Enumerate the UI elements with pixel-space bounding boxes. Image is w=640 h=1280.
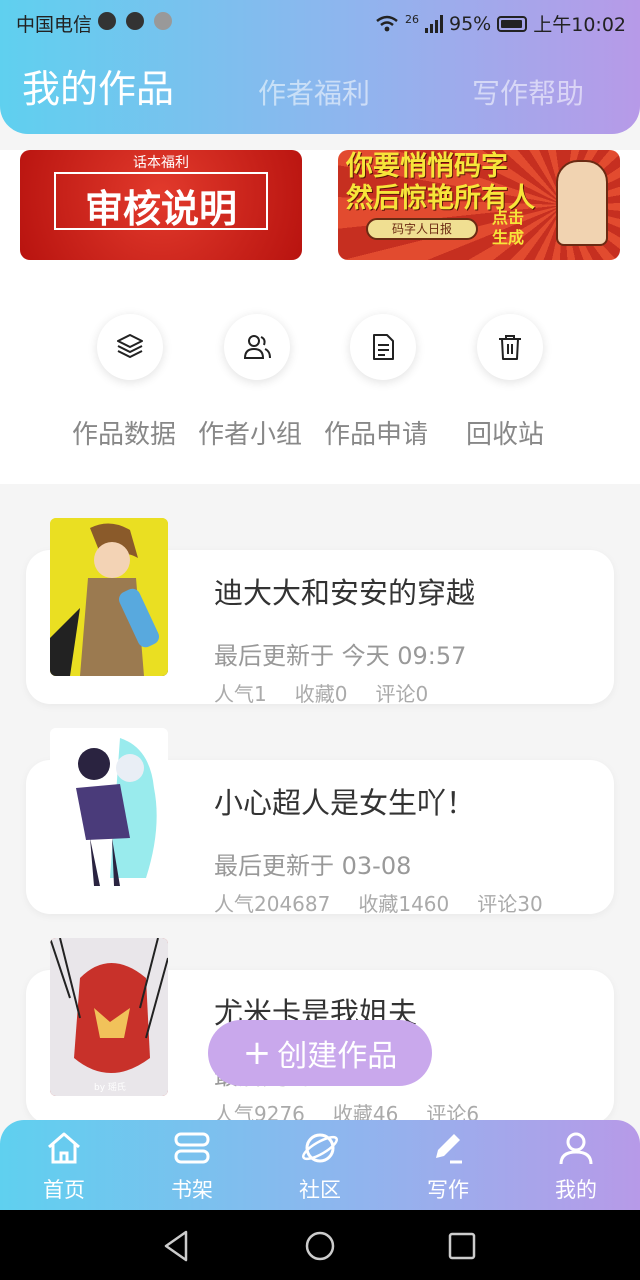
status-right: 26 95% 上午10:02: [375, 10, 626, 37]
layers-icon: [117, 334, 143, 358]
cover-art-2: [50, 728, 168, 886]
document-icon: [373, 334, 394, 360]
nav-bookshelf[interactable]: 书架: [128, 1120, 256, 1210]
clock: 上午10:02: [533, 14, 626, 36]
cover-art-3: by 瑶氏: [50, 938, 168, 1096]
works-data-label: 作品数据: [72, 420, 177, 450]
work-title: 迪大大和安安的穿越: [214, 576, 476, 610]
nav-home-label: 首页: [43, 1178, 85, 1202]
cover-watermark: by 瑶氏: [94, 1081, 126, 1093]
home-circle-icon[interactable]: [302, 1228, 338, 1264]
work-favorites: 收藏1460: [358, 892, 450, 916]
user-icon: [559, 1132, 593, 1165]
recycle-bin-label: 回收站: [466, 420, 545, 450]
quick-actions: 作品数据 作者小组 作品申请 回收站: [0, 260, 640, 484]
banner-pill: 码字人日报: [366, 218, 478, 240]
banner-daily-writing[interactable]: 你要悄悄码字 然后惊艳所有人 码字人日报 点击生成: [338, 150, 620, 260]
signal-icon: [425, 14, 443, 33]
work-cover-image[interactable]: [50, 518, 168, 676]
work-cover-image[interactable]: [50, 728, 168, 886]
tab-my-works[interactable]: 我的作品: [22, 58, 174, 113]
author-group-label: 作者小组: [198, 420, 303, 450]
nav-mine-label: 我的: [555, 1178, 597, 1202]
work-stats: 人气1 收藏0 评论0: [214, 678, 456, 707]
work-stats: 人气204687 收藏1460 评论30: [214, 888, 571, 917]
work-favorites: 收藏0: [294, 682, 348, 706]
works-data-button[interactable]: [97, 314, 163, 380]
banner-click-label: 点击生成: [491, 208, 524, 247]
battery-percent: 95%: [449, 12, 492, 35]
work-comments: 评论30: [477, 892, 543, 916]
work-title: 小心超人是女生吖！: [214, 786, 476, 820]
network-label: 26: [405, 13, 419, 26]
nav-bookshelf-label: 书架: [171, 1178, 213, 1202]
battery-icon: [497, 15, 528, 32]
status-bar: 中国电信 26 95% 上午10:02: [0, 0, 640, 44]
pen-icon: [436, 1134, 462, 1164]
recycle-bin-button[interactable]: [477, 314, 543, 380]
nav-community[interactable]: 社区: [256, 1120, 384, 1210]
cover-art-1: [50, 518, 168, 676]
works-apply-label: 作品申请: [324, 420, 429, 450]
bottom-nav: 首页 书架 社区 写作 我的: [0, 1120, 640, 1210]
plus-icon: +: [242, 1033, 272, 1073]
banner-tag: 话本福利: [133, 155, 189, 171]
work-cover-image[interactable]: by 瑶氏: [50, 938, 168, 1096]
notification-app-icon: [98, 12, 116, 30]
banner-carousel[interactable]: 话本福利 审核说明 你要悄悄码字 然后惊艳所有人 码字人日报 点击生成: [0, 150, 640, 260]
back-icon[interactable]: [158, 1228, 194, 1264]
notification-avatar-icon: [154, 12, 172, 30]
nav-mine[interactable]: 我的: [512, 1120, 640, 1210]
top-tabs: 我的作品 作者福利 写作帮助: [0, 52, 640, 122]
works-apply-button[interactable]: [350, 314, 416, 380]
home-icon: [48, 1132, 80, 1164]
nav-write[interactable]: 写作: [384, 1120, 512, 1210]
work-comments: 评论0: [375, 682, 429, 706]
app-header: 中国电信 26 95% 上午10:02 我的作品 作者福利 写作帮助: [0, 0, 640, 134]
work-popularity: 人气204687: [214, 892, 331, 916]
planet-icon: [302, 1133, 338, 1163]
create-work-label: 创建作品: [277, 1039, 398, 1074]
fist-icon: [556, 160, 608, 246]
work-popularity: 人气1: [214, 682, 267, 706]
banner-title: 审核说明: [84, 187, 237, 231]
group-icon: [243, 335, 271, 359]
carrier-name: 中国电信: [16, 14, 93, 36]
nav-home[interactable]: 首页: [0, 1120, 128, 1210]
author-group-button[interactable]: [224, 314, 290, 380]
trash-icon: [499, 335, 521, 360]
work-updated: 最后更新于 03-08: [214, 852, 412, 880]
recents-icon[interactable]: [444, 1228, 480, 1264]
nav-write-label: 写作: [427, 1178, 469, 1202]
wifi-icon: [376, 15, 398, 31]
banner-review-guide[interactable]: 话本福利 审核说明: [20, 150, 302, 260]
tab-author-benefits[interactable]: 作者福利: [258, 72, 370, 112]
create-work-button[interactable]: + 创建作品: [208, 1020, 432, 1086]
bookshelf-icon: [174, 1132, 210, 1164]
tiktok-icon: [126, 12, 144, 30]
tab-writing-help[interactable]: 写作帮助: [472, 72, 584, 112]
nav-community-label: 社区: [299, 1178, 341, 1202]
work-updated: 最后更新于 今天 09:57: [214, 642, 467, 670]
system-nav-bar: [0, 1210, 640, 1280]
